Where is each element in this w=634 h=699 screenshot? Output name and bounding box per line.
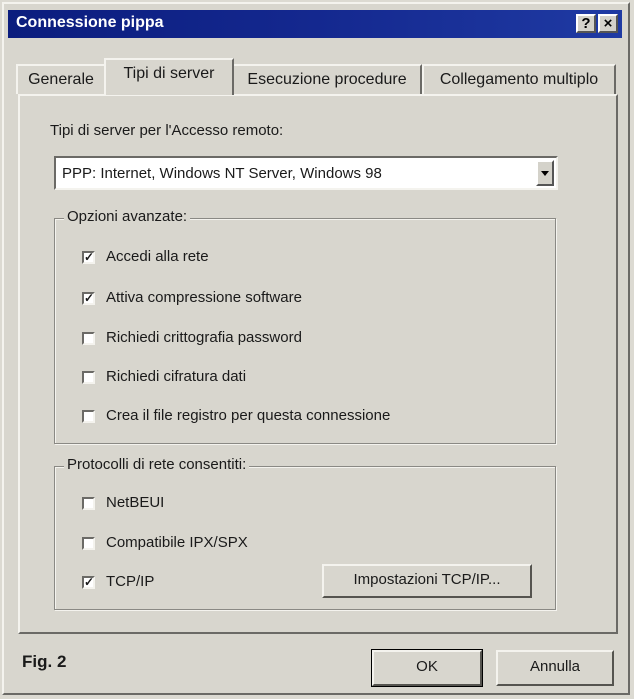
tcp-ip-settings-button[interactable]: Impostazioni TCP/IP... (322, 564, 532, 598)
title-bar[interactable]: Connessione pippa ? × (8, 10, 622, 38)
option-label: NetBEUI (106, 494, 165, 511)
checkbox-checked-icon[interactable]: ✓ (82, 251, 95, 264)
window-title: Connessione pippa (16, 14, 164, 31)
advanced-options-legend: Opzioni avanzate: (64, 208, 191, 225)
protocols-legend: Protocolli di rete consentiti: (64, 456, 250, 473)
close-button[interactable]: × (598, 14, 618, 33)
checkbox-icon[interactable] (82, 537, 95, 550)
option-label: Accedi alla rete (106, 248, 209, 265)
checkbox-icon[interactable] (82, 332, 95, 345)
checkbox-checked-icon[interactable]: ✓ (82, 292, 95, 305)
tab-generale[interactable]: Generale (16, 64, 106, 94)
chevron-down-icon[interactable] (536, 160, 554, 186)
option-label: TCP/IP (106, 573, 155, 590)
figure-caption: Fig. 2 (22, 652, 67, 671)
option-label: Crea il file registro per questa conness… (106, 407, 391, 424)
help-button[interactable]: ? (576, 14, 596, 33)
checkbox-icon[interactable] (82, 497, 95, 510)
tab-tipi-di-server[interactable]: Tipi di server (104, 58, 234, 95)
cancel-button[interactable]: Annulla (496, 650, 614, 686)
server-type-value: PPP: Internet, Windows NT Server, Window… (62, 165, 382, 182)
server-types-label: Tipi di server per l'Accesso remoto: (50, 122, 284, 139)
tab-esecuzione-procedure[interactable]: Esecuzione procedure (232, 64, 422, 94)
ok-button[interactable]: OK (371, 649, 483, 687)
option-label: Compatibile IPX/SPX (106, 534, 248, 551)
dialog-window: Connessione pippa ? × Generale Tipi di s… (2, 2, 630, 695)
option-label: Attiva compressione software (106, 289, 302, 306)
checkbox-icon[interactable] (82, 371, 95, 384)
option-label: Richiedi cifratura dati (106, 368, 247, 385)
tab-collegamento-multiplo[interactable]: Collegamento multiplo (422, 64, 616, 94)
checkbox-icon[interactable] (82, 410, 95, 423)
option-label: Richiedi crittografia password (106, 329, 302, 346)
server-type-select[interactable]: PPP: Internet, Windows NT Server, Window… (54, 156, 558, 190)
checkbox-checked-icon[interactable]: ✓ (82, 576, 95, 589)
